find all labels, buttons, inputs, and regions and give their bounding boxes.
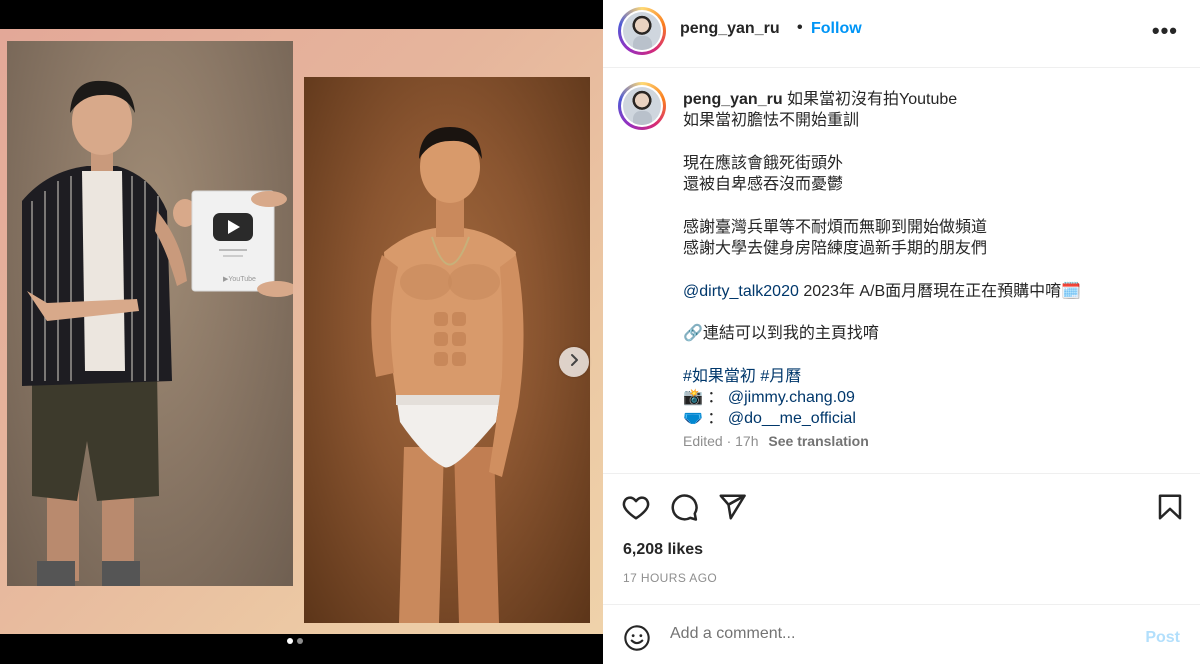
credit-separator: ： <box>707 389 724 407</box>
credit-separator: ： <box>707 410 724 428</box>
carousel-dot <box>287 638 293 644</box>
edited-timestamp: Edited · 17h <box>683 433 759 449</box>
caption-line: 如果當初沒有拍Youtube <box>787 91 958 108</box>
author-username[interactable]: peng_yan_ru <box>680 20 780 38</box>
caption-line: 感謝大學去健身房陪練度過新手期的朋友們 <box>683 240 988 258</box>
photo-plaque-illustration: ▶YouTube <box>22 80 293 586</box>
hashtag-links[interactable]: #如果當初 #月曆 <box>683 366 1183 387</box>
caption-line: 如果當初膽怯不開始重訓 <box>683 112 860 130</box>
mention-link[interactable]: @dirty_talk2020 <box>683 283 799 300</box>
caption-line: 2023年 A/B面月曆現在正在預購中唷🗓️ <box>803 282 1082 300</box>
photographer-mention-link[interactable]: @jimmy.chang.09 <box>728 389 855 406</box>
caption-username[interactable]: peng_yan_ru <box>683 91 783 108</box>
comment-icon[interactable] <box>669 492 699 522</box>
caption-line: 還被自卑感吞沒而憂鬱 <box>683 176 844 194</box>
header-separator: • <box>797 19 803 36</box>
post-time: 17 HOURS AGO <box>623 571 718 585</box>
caption-line: 現在應該會餓死街頭外 <box>683 154 844 172</box>
bookmark-icon[interactable] <box>1155 492 1185 522</box>
post-actions: 6,208 likes 17 HOURS AGO <box>603 473 1200 603</box>
camera-emoji-icon: 📸 <box>683 389 703 407</box>
share-icon[interactable] <box>717 492 747 522</box>
post-media: ▶YouTube <box>0 0 603 664</box>
follow-button[interactable]: Follow <box>811 20 862 38</box>
author-avatar[interactable] <box>618 7 666 55</box>
emoji-icon[interactable] <box>623 624 651 652</box>
post-header: peng_yan_ru • Follow ••• <box>603 0 1200 68</box>
media-canvas: ▶YouTube <box>0 29 603 644</box>
post-comment-button[interactable]: Post <box>1145 629 1180 647</box>
heart-icon[interactable] <box>621 492 651 522</box>
avatar-image <box>623 12 661 50</box>
more-options-icon[interactable]: ••• <box>1152 18 1178 44</box>
caption-line: 感謝臺灣兵單等不耐煩而無聊到開始做頻道 <box>683 218 988 236</box>
see-translation-link[interactable]: See translation <box>768 433 868 449</box>
photo-model-illustration <box>371 127 524 623</box>
likes-count[interactable]: 6,208 likes <box>623 541 703 559</box>
chevron-right-icon <box>567 353 581 372</box>
carousel-next-button[interactable] <box>559 347 589 377</box>
svg-text:▶YouTube: ▶YouTube <box>223 276 256 283</box>
caption-text: peng_yan_ru 如果當初沒有拍Youtube 如果當初膽怯不開始重訓 現… <box>683 89 1183 430</box>
avatar-image <box>623 87 661 125</box>
comment-bar: Post <box>603 604 1200 664</box>
carousel-dots <box>287 638 303 644</box>
post-panel: peng_yan_ru • Follow ••• peng_yan_ru 如果當… <box>603 0 1200 664</box>
comment-input[interactable] <box>670 625 1110 643</box>
carousel-dot <box>297 638 303 644</box>
caption-avatar[interactable] <box>618 82 666 130</box>
photo-plaque: ▶YouTube <box>7 41 293 586</box>
caption-meta: Edited · 17h See translation <box>683 433 869 449</box>
briefs-emoji-icon: 🩲 <box>683 410 703 428</box>
outfit-mention-link[interactable]: @do__me_official <box>728 410 856 427</box>
photo-model <box>304 77 590 623</box>
caption-line: 🔗連結可以到我的主頁找唷 <box>683 325 879 343</box>
caption-section: peng_yan_ru 如果當初沒有拍Youtube 如果當初膽怯不開始重訓 現… <box>603 69 1200 473</box>
